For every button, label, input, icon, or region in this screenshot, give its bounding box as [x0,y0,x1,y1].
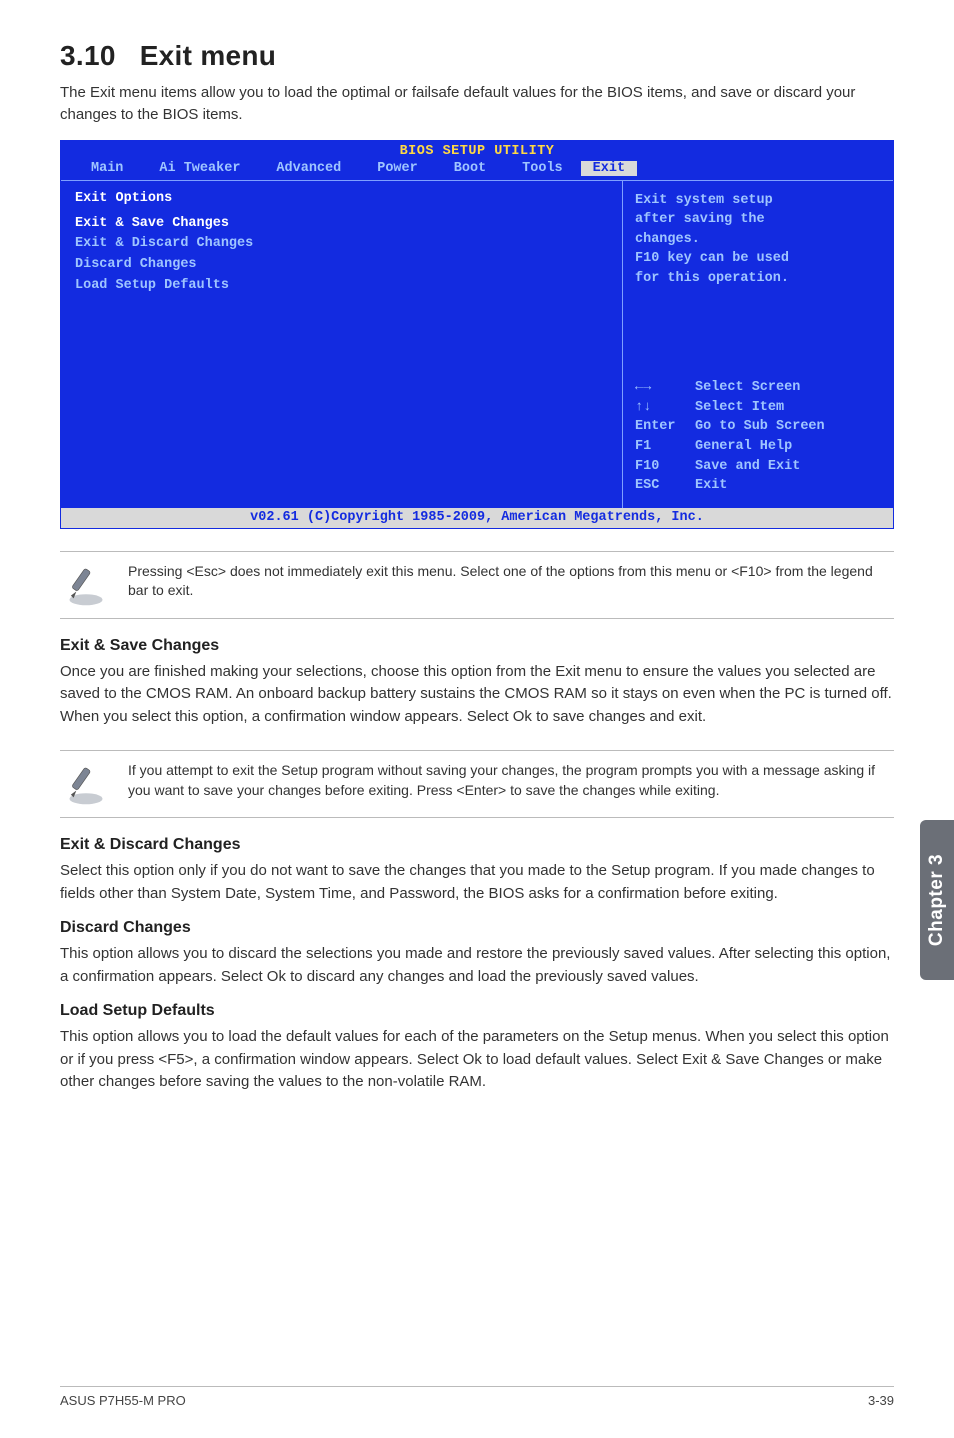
bios-tab-tools[interactable]: Tools [504,161,581,176]
bios-left-heading: Exit Options [75,191,608,206]
section-number: 3.10 [60,40,116,71]
chapter-side-tab-label: Chapter 3 [926,854,948,946]
page-footer: ASUS P7H55-M PRO 3-39 [60,1386,894,1408]
bios-right-pane: Exit system setup after saving the chang… [623,181,893,508]
note-text: Pressing <Esc> does not immediately exit… [128,562,894,601]
bios-tab-ai-tweaker[interactable]: Ai Tweaker [141,161,258,176]
bios-tab-advanced[interactable]: Advanced [258,161,359,176]
bios-help-line: for this operation. [635,269,881,289]
bios-legend-label: Save and Exit [695,457,800,477]
bios-option-load-defaults[interactable]: Load Setup Defaults [75,276,608,297]
bios-help-line: Exit system setup [635,191,881,211]
bios-legend: ←→Select Screen ↑↓Select Item EnterGo to… [635,378,881,495]
bios-tab-main[interactable]: Main [73,161,141,176]
bios-tab-power[interactable]: Power [359,161,436,176]
subhead-exit-discard: Exit & Discard Changes [60,836,894,854]
bios-help-text: Exit system setup after saving the chang… [635,191,881,289]
bios-option-exit-discard[interactable]: Exit & Discard Changes [75,234,608,255]
bios-tabs: Main Ai Tweaker Advanced Power Boot Tool… [61,159,893,180]
subhead-load-defaults: Load Setup Defaults [60,1002,894,1020]
chapter-side-tab: Chapter 3 [920,820,954,980]
bios-legend-key: ESC [635,476,695,496]
bios-legend-label: Exit [695,476,727,496]
intro-paragraph: The Exit menu items allow you to load th… [60,82,894,126]
bios-help-line: after saving the [635,210,881,230]
subhead-exit-save: Exit & Save Changes [60,637,894,655]
bios-tab-boot[interactable]: Boot [436,161,504,176]
body-exit-save: Once you are finished making your select… [60,661,894,729]
bios-legend-key: F10 [635,457,695,477]
body-exit-discard: Select this option only if you do not wa… [60,860,894,905]
footer-right: 3-39 [868,1393,894,1408]
note-text: If you attempt to exit the Setup program… [128,761,894,800]
bios-tab-exit[interactable]: Exit [581,161,637,176]
bios-legend-label: Select Screen [695,378,800,398]
footer-left: ASUS P7H55-M PRO [60,1393,186,1408]
bios-legend-label: General Help [695,437,792,457]
bios-legend-row: F1General Help [635,437,881,457]
pencil-note-icon [60,562,112,608]
bios-legend-row: ←→Select Screen [635,378,881,398]
bios-legend-key: ↑↓ [635,398,695,418]
body-discard: This option allows you to discard the se… [60,943,894,988]
bios-left-pane: Exit Options Exit & Save Changes Exit & … [61,181,623,508]
bios-titlebar: BIOS SETUP UTILITY [61,141,893,159]
bios-panel: BIOS SETUP UTILITY Main Ai Tweaker Advan… [60,140,894,529]
note-block: Pressing <Esc> does not immediately exit… [60,551,894,619]
bios-legend-row: ↑↓Select Item [635,398,881,418]
bios-option-discard[interactable]: Discard Changes [75,255,608,276]
bios-legend-row: EnterGo to Sub Screen [635,417,881,437]
pencil-note-icon [60,761,112,807]
note-block: If you attempt to exit the Setup program… [60,750,894,818]
bios-legend-key: F1 [635,437,695,457]
bios-option-exit-save[interactable]: Exit & Save Changes [75,214,608,235]
bios-legend-row: F10Save and Exit [635,457,881,477]
section-heading: 3.10 Exit menu [60,40,894,72]
subhead-discard: Discard Changes [60,919,894,937]
bios-help-line: F10 key can be used [635,249,881,269]
bios-legend-label: Go to Sub Screen [695,417,825,437]
bios-help-line: changes. [635,230,881,250]
bios-legend-label: Select Item [695,398,784,418]
bios-copyright: v02.61 (C)Copyright 1985-2009, American … [61,508,893,528]
bios-legend-row: ESCExit [635,476,881,496]
section-title-text: Exit menu [140,40,277,71]
bios-legend-key: Enter [635,417,695,437]
body-load-defaults: This option allows you to load the defau… [60,1026,894,1094]
bios-legend-key: ←→ [635,378,695,398]
